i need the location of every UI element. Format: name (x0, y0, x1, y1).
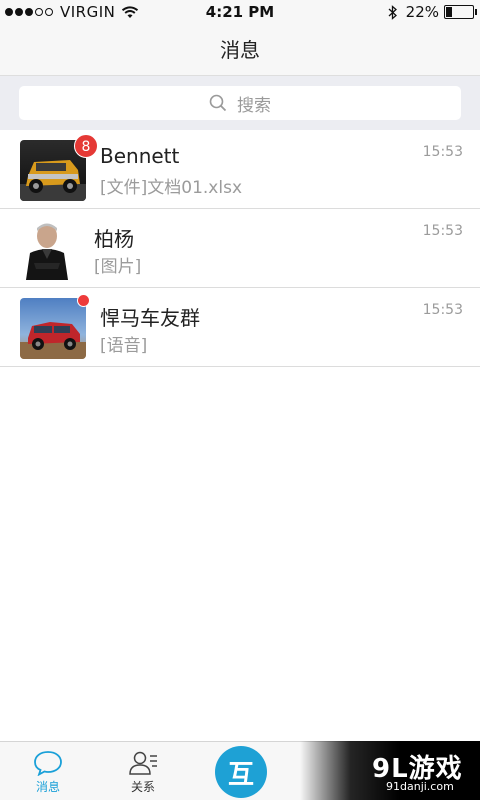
battery-icon (444, 5, 477, 19)
center-button-glyph: 互 (227, 759, 254, 790)
conversation-preview: [文件]文档01.xlsx (100, 178, 243, 198)
conversation-preview: [图片] (94, 257, 142, 277)
conversation-time: 15:53 (422, 223, 463, 239)
conversation-row[interactable]: 8 Bennett [文件]文档01.xlsx 15:53 (0, 130, 480, 209)
tab-contacts-label: 关系 (130, 780, 155, 794)
contacts-icon (129, 751, 157, 775)
avatar-container (20, 294, 90, 359)
chat-bubble-icon (34, 751, 62, 776)
page-title: 消息 (220, 38, 260, 62)
battery-percent: 22% (405, 3, 439, 21)
center-action-button[interactable]: 互 (215, 746, 267, 798)
search-area: 搜索 (0, 76, 480, 130)
conversation-row[interactable]: 悍马车友群 [语音] 15:53 (0, 288, 480, 367)
conversation-row[interactable]: 柏杨 [图片] 15:53 (0, 209, 480, 288)
avatar-container: 8 (20, 134, 98, 201)
status-right: 22% (388, 3, 477, 21)
red-hummer-avatar (20, 298, 86, 359)
search-input[interactable]: 搜索 (19, 86, 461, 120)
conversation-preview: [语音] (100, 336, 148, 356)
search-placeholder: 搜索 (237, 95, 271, 116)
avatar-container (14, 219, 80, 280)
man-in-black-avatar (14, 219, 80, 280)
unread-count-badge: 8 (74, 134, 98, 158)
unread-dot-badge (77, 294, 90, 307)
bluetooth-icon (388, 4, 397, 20)
conversation-time: 15:53 (422, 144, 463, 160)
battery-fill (446, 7, 452, 17)
conversation-name: 柏杨 (94, 227, 134, 251)
watermark-url: 91danji.com (386, 780, 454, 793)
tab-messages[interactable]: 消息 (18, 742, 78, 800)
tab-messages-label: 消息 (35, 780, 60, 794)
conversation-list: 8 Bennett [文件]文档01.xlsx 15:53 柏杨 [图片] 15… (0, 130, 480, 367)
conversation-time: 15:53 (422, 302, 463, 318)
search-icon (209, 94, 227, 112)
tab-contacts[interactable]: 关系 (113, 742, 173, 800)
conversation-name: Bennett (100, 144, 180, 168)
nav-bar: 消息 (0, 24, 480, 76)
status-bar: VIRGIN 4:21 PM 22% (0, 0, 480, 24)
conversation-name: 悍马车友群 (100, 306, 200, 330)
